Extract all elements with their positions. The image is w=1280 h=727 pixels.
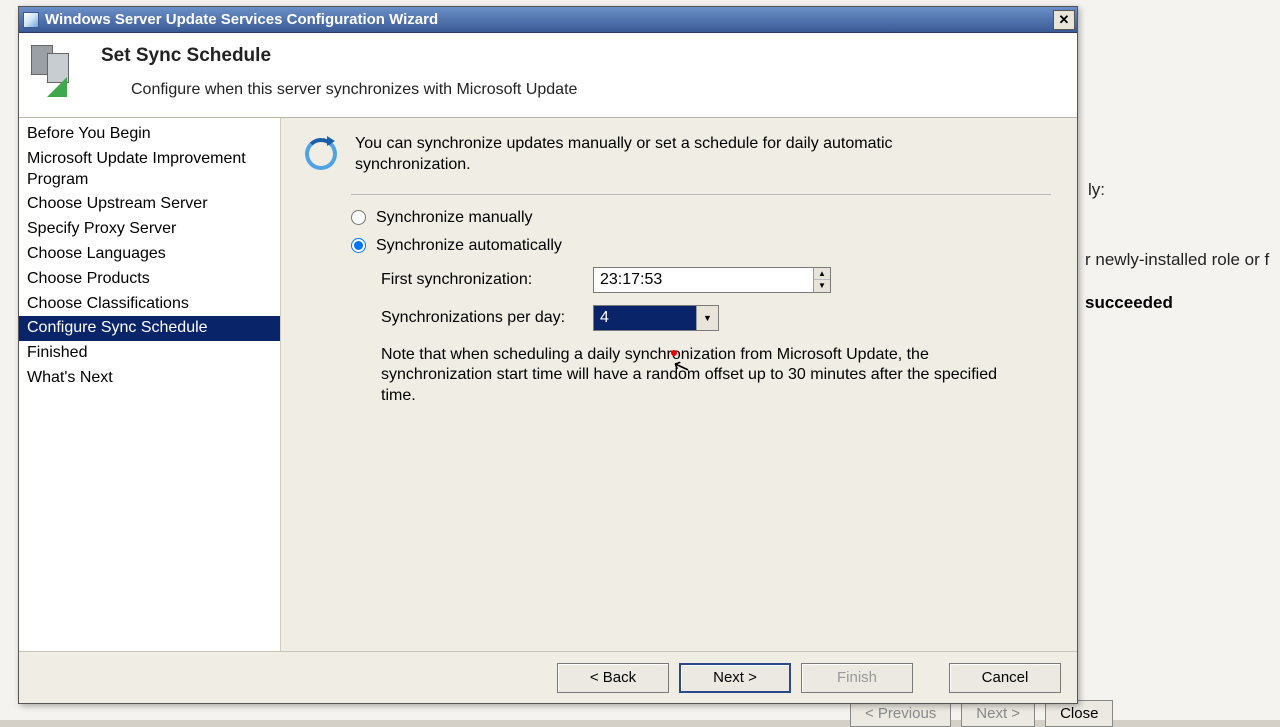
- syncs-per-day-label: Synchronizations per day:: [381, 309, 581, 327]
- radio-automatic-input[interactable]: [351, 238, 366, 253]
- sidebar-item-languages[interactable]: Choose Languages: [19, 242, 280, 267]
- syncs-per-day-value: 4: [594, 306, 696, 330]
- chevron-up-icon: ▲: [818, 269, 826, 278]
- radio-manual[interactable]: Synchronize manually: [351, 209, 1051, 227]
- wizard-content: You can synchronize updates manually or …: [281, 118, 1077, 651]
- bg-text: r newly-installed role or f: [1085, 250, 1269, 270]
- window-title: Windows Server Update Services Configura…: [45, 11, 1053, 28]
- sidebar-item-proxy-server[interactable]: Specify Proxy Server: [19, 217, 280, 242]
- wizard-body: Before You Begin Microsoft Update Improv…: [19, 118, 1077, 651]
- bg-status: succeeded: [1085, 293, 1173, 313]
- sidebar-item-upstream-server[interactable]: Choose Upstream Server: [19, 192, 280, 217]
- page-subtitle: Configure when this server synchronizes …: [131, 81, 577, 99]
- divider: [351, 194, 1051, 195]
- syncs-per-day-row: Synchronizations per day: 4 ▼: [381, 305, 1051, 331]
- page-title: Set Sync Schedule: [101, 45, 577, 67]
- spinner-up[interactable]: ▲: [814, 268, 830, 281]
- app-icon: [23, 12, 39, 28]
- back-button[interactable]: < Back: [557, 663, 669, 693]
- spinner-down[interactable]: ▼: [814, 280, 830, 292]
- sidebar-item-before-you-begin[interactable]: Before You Begin: [19, 122, 280, 147]
- sync-icon: [301, 134, 341, 174]
- sidebar-item-classifications[interactable]: Choose Classifications: [19, 292, 280, 317]
- bg-button-row: < Previous Next > Close: [850, 700, 1113, 727]
- wizard-dialog: Windows Server Update Services Configura…: [18, 6, 1078, 704]
- bg-next-button[interactable]: Next >: [961, 700, 1035, 727]
- titlebar[interactable]: Windows Server Update Services Configura…: [19, 7, 1077, 33]
- sidebar-item-improvement-program[interactable]: Microsoft Update Improvement Program: [19, 147, 280, 193]
- sidebar-item-whats-next[interactable]: What's Next: [19, 366, 280, 391]
- next-button[interactable]: Next >: [679, 663, 791, 693]
- sidebar-item-finished[interactable]: Finished: [19, 341, 280, 366]
- cursor-marker: [671, 350, 677, 356]
- radio-automatic[interactable]: Synchronize automatically: [351, 237, 1051, 255]
- first-sync-row: First synchronization: ▲ ▼: [381, 267, 1051, 293]
- first-sync-spinner[interactable]: ▲ ▼: [593, 267, 831, 293]
- spinner-buttons: ▲ ▼: [813, 268, 830, 292]
- bg-close-button[interactable]: Close: [1045, 700, 1113, 727]
- first-sync-label: First synchronization:: [381, 271, 581, 289]
- finish-button[interactable]: Finish: [801, 663, 913, 693]
- bg-text: ly:: [1088, 180, 1105, 200]
- chevron-down-icon: ▼: [703, 313, 712, 323]
- sidebar-item-products[interactable]: Choose Products: [19, 267, 280, 292]
- wizard-header: Set Sync Schedule Configure when this se…: [19, 33, 1077, 118]
- schedule-note: Note that when scheduling a daily synchr…: [381, 345, 1001, 407]
- radio-manual-label: Synchronize manually: [376, 209, 533, 227]
- chevron-down-icon: ▼: [818, 281, 826, 290]
- wizard-steps-sidebar: Before You Begin Microsoft Update Improv…: [19, 118, 281, 651]
- close-button[interactable]: ✕: [1053, 10, 1075, 30]
- bg-previous-button[interactable]: < Previous: [850, 700, 951, 727]
- syncs-per-day-combo[interactable]: 4 ▼: [593, 305, 719, 331]
- sync-mode-group: Synchronize manually Synchronize automat…: [351, 209, 1051, 255]
- close-icon: ✕: [1059, 12, 1070, 28]
- sidebar-item-sync-schedule[interactable]: Configure Sync Schedule: [19, 316, 280, 341]
- first-sync-input[interactable]: [594, 268, 813, 292]
- cancel-button[interactable]: Cancel: [949, 663, 1061, 693]
- wizard-footer: < Back Next > Finish Cancel: [19, 651, 1077, 703]
- radio-automatic-label: Synchronize automatically: [376, 237, 562, 255]
- radio-manual-input[interactable]: [351, 210, 366, 225]
- intro-text: You can synchronize updates manually or …: [355, 134, 975, 176]
- combo-dropdown-button[interactable]: ▼: [696, 306, 718, 330]
- wizard-header-icon: [29, 45, 81, 97]
